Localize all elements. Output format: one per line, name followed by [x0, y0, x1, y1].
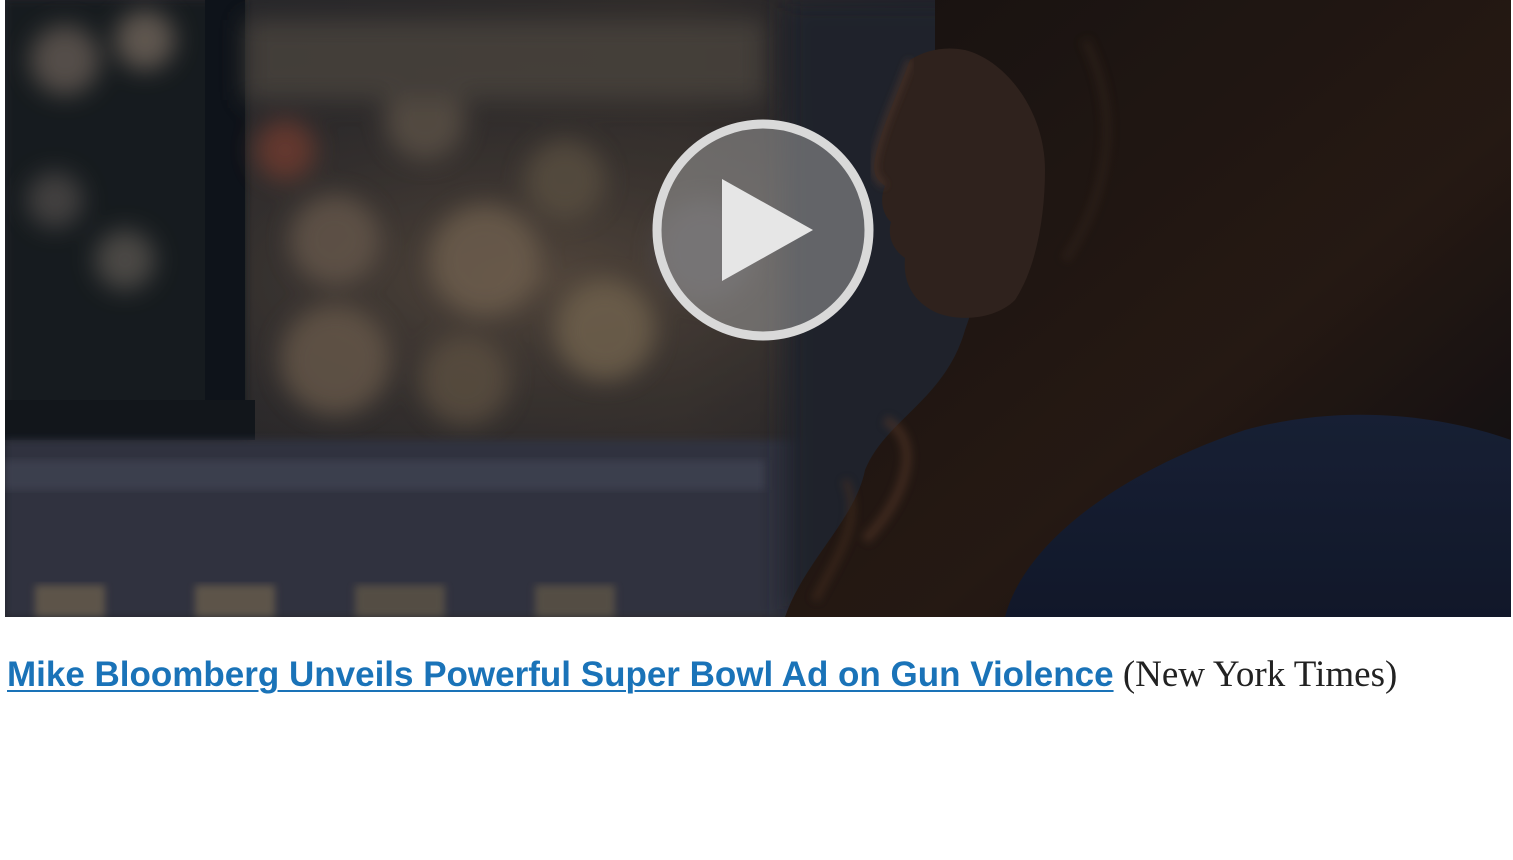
email-content: Mike Bloomberg Unveils Powerful Super Bo… [0, 0, 1513, 860]
headline-source: (New York Times) [1113, 654, 1398, 695]
play-button[interactable] [650, 117, 876, 343]
play-icon [652, 119, 874, 341]
headline-link[interactable]: Mike Bloomberg Unveils Powerful Super Bo… [7, 655, 1114, 694]
article-headline: Mike Bloomberg Unveils Powerful Super Bo… [7, 645, 1497, 705]
video-thumbnail[interactable] [5, 0, 1511, 617]
